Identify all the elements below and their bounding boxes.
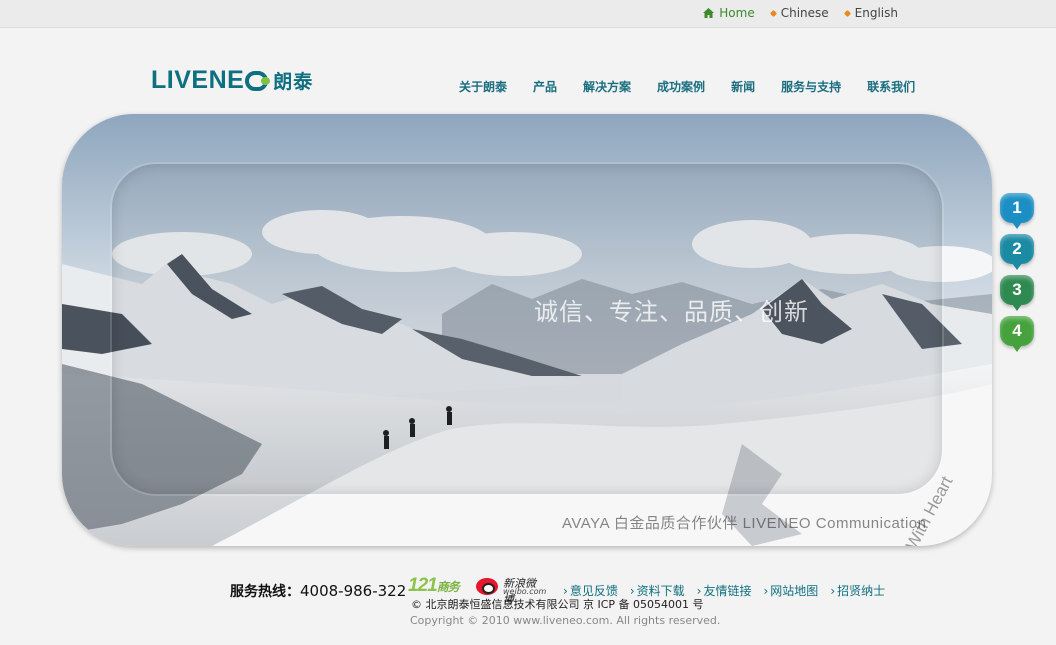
logo121-number: 121: [408, 575, 438, 596]
home-link[interactable]: Home: [703, 6, 755, 20]
slide-button-1[interactable]: 1: [1000, 193, 1034, 229]
nav-cases[interactable]: 成功案例: [657, 78, 705, 95]
logo-cn-text: 朗泰: [273, 70, 314, 93]
service-hotline: 服务热线：4008-986-322: [230, 581, 406, 601]
logo-text: LIVENE: [151, 65, 245, 94]
hero-caption: AVAYA 白金品质合作伙伴 LIVENEO Communication: [562, 515, 927, 532]
nav-news[interactable]: 新闻: [731, 78, 755, 95]
copyright-text: Copyright © 2010 www.liveneo.com. All ri…: [410, 614, 721, 627]
hero-banner[interactable]: 诚信、专注、品质、创新 AVAYA 白金品质合作伙伴 LIVENEO Commu…: [62, 114, 992, 546]
footer-link-friends[interactable]: 友情链接: [697, 582, 751, 599]
chinese-link[interactable]: Chinese: [769, 6, 829, 20]
hotline-number: 4008-986-322: [300, 582, 407, 600]
weibo-icon: [476, 578, 498, 595]
nav-products[interactable]: 产品: [533, 78, 557, 95]
top-utility-bar: Home Chinese English: [0, 0, 1056, 28]
bullet-icon: [843, 9, 851, 17]
site-logo[interactable]: LIVENE 朗泰: [151, 66, 313, 94]
nav-contact[interactable]: 联系我们: [867, 78, 915, 95]
weibo-en-label: weibo.com: [503, 587, 547, 596]
slide-button-2[interactable]: 2: [1000, 234, 1034, 270]
hotline-label: 服务热线：: [230, 584, 300, 600]
nav-solutions[interactable]: 解决方案: [583, 78, 631, 95]
nav-support[interactable]: 服务与支持: [781, 78, 841, 95]
top-links: Home Chinese English: [703, 6, 898, 20]
footer-link-sitemap[interactable]: 网站地图: [763, 582, 818, 599]
main-nav: 关于朗泰 产品 解决方案 成功案例 新闻 服务与支持 联系我们: [459, 78, 915, 95]
logo-mark-icon: [245, 71, 271, 91]
mountain-scene-image: [62, 114, 992, 546]
logo121-cn: 商务: [436, 580, 460, 594]
english-link[interactable]: English: [843, 6, 898, 20]
slide-button-4[interactable]: 4: [1000, 316, 1034, 352]
slide-button-3[interactable]: 3: [1000, 275, 1034, 311]
chinese-link-label: Chinese: [780, 6, 829, 20]
nav-about[interactable]: 关于朗泰: [459, 78, 507, 95]
121-shopping-logo[interactable]: 121商务: [408, 575, 460, 597]
hero-slogan: 诚信、专注、品质、创新: [534, 298, 809, 326]
home-link-label: Home: [719, 6, 755, 20]
home-icon: [703, 8, 715, 18]
company-info: © 北京朗泰恒盛信息技术有限公司 京 ICP 备 05054001 号: [411, 598, 704, 611]
footer-link-careers[interactable]: 招贤纳士: [830, 582, 885, 599]
bullet-icon: [769, 9, 777, 17]
english-link-label: English: [854, 6, 898, 20]
slide-selector: 1 2 3 4: [1000, 193, 1034, 357]
